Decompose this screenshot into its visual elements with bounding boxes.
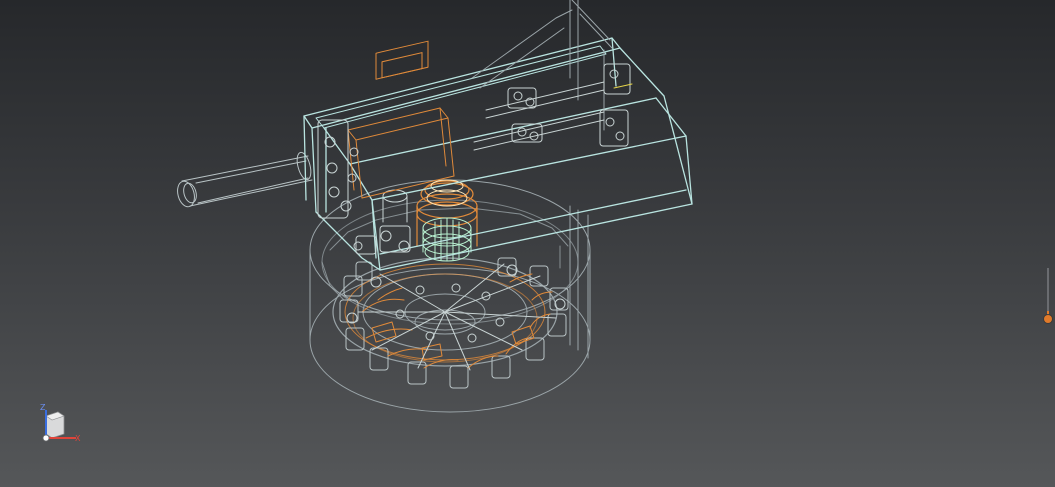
orientation-triad[interactable]: X Z — [34, 402, 86, 448]
inner-bracket — [347, 40, 455, 199]
housing-mechanism — [317, 63, 633, 255]
barrel-tube — [177, 151, 313, 208]
z-axis-label: Z — [40, 403, 46, 412]
3d-viewport[interactable]: X Z — [0, 0, 1055, 487]
x-axis-label: X — [75, 434, 81, 443]
view-slider[interactable] — [1043, 268, 1053, 324]
wireframe-model[interactable] — [0, 0, 1055, 487]
housing-box — [303, 37, 693, 271]
spindle-cylinder — [382, 179, 478, 262]
top-frame — [471, 0, 613, 131]
tool-ring — [321, 207, 569, 389]
slider-knob[interactable] — [1044, 315, 1052, 323]
